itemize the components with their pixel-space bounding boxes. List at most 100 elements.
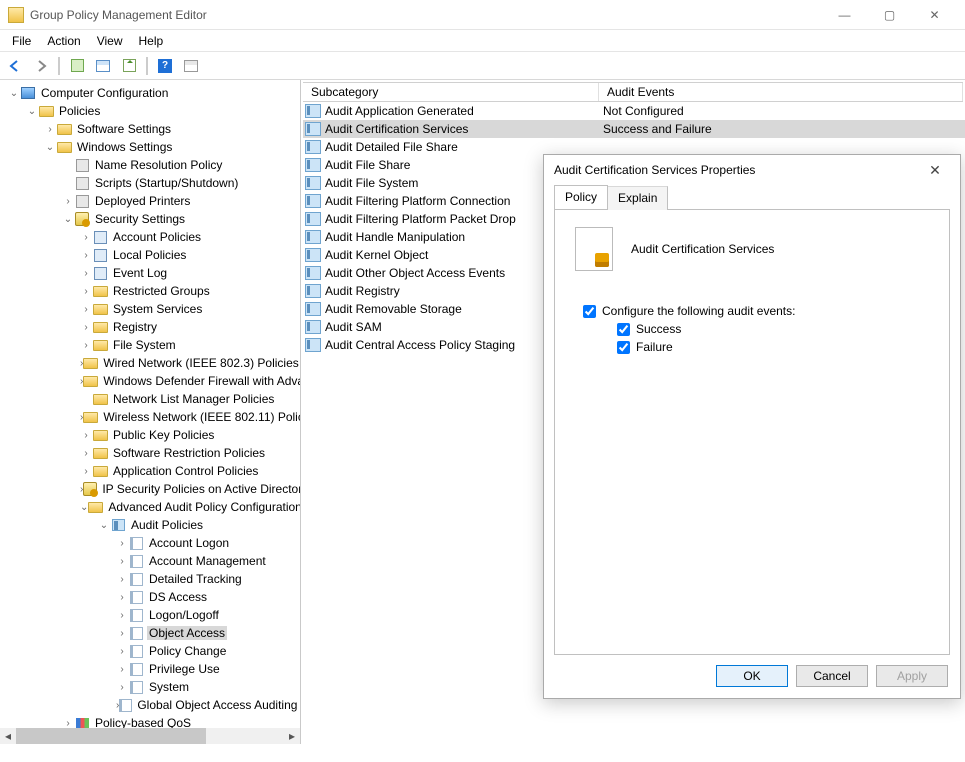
expand-icon[interactable]: › — [80, 448, 92, 459]
scroll-left-icon[interactable]: ◂ — [0, 728, 16, 744]
expand-icon[interactable]: › — [80, 232, 92, 243]
tree-item[interactable]: ›Account Management — [2, 552, 300, 570]
tree-pane[interactable]: ⌄Computer Configuration⌄Policies›Softwar… — [0, 80, 301, 744]
tree-item[interactable]: ›Logon/Logoff — [2, 606, 300, 624]
tree-item[interactable]: ›Deployed Printers — [2, 192, 300, 210]
forward-button[interactable] — [30, 55, 52, 77]
scroll-right-icon[interactable]: ▸ — [284, 728, 300, 744]
expand-icon[interactable]: › — [116, 664, 128, 675]
expand-icon[interactable]: › — [116, 592, 128, 603]
tree-item[interactable]: ›Windows Defender Firewall with Advanced… — [2, 372, 300, 390]
expand-icon[interactable]: › — [116, 682, 128, 693]
list-row[interactable]: Audit Certification ServicesSuccess and … — [303, 120, 965, 138]
success-input[interactable] — [617, 323, 630, 336]
failure-input[interactable] — [617, 341, 630, 354]
expand-icon[interactable]: › — [116, 628, 128, 639]
menu-action[interactable]: Action — [39, 32, 88, 50]
column-headers[interactable]: Subcategory Audit Events — [303, 82, 963, 102]
expand-icon[interactable]: › — [62, 196, 74, 207]
menu-view[interactable]: View — [89, 32, 131, 50]
expand-icon[interactable]: › — [80, 340, 92, 351]
list-row[interactable]: Audit Application GeneratedNot Configure… — [303, 102, 965, 120]
col-audit-events[interactable]: Audit Events — [599, 83, 963, 101]
action-button[interactable] — [66, 55, 88, 77]
tree-item[interactable]: ›Wired Network (IEEE 802.3) Policies — [2, 354, 300, 372]
tree-item[interactable]: ⌄Advanced Audit Policy Configuration — [2, 498, 300, 516]
expand-icon[interactable]: ⌄ — [98, 520, 110, 531]
dialog-close-button[interactable]: ✕ — [920, 162, 950, 179]
back-button[interactable] — [4, 55, 26, 77]
col-subcategory[interactable]: Subcategory — [303, 83, 599, 101]
tree-item[interactable]: ⌄Windows Settings — [2, 138, 300, 156]
tree-item[interactable]: ›Account Policies — [2, 228, 300, 246]
tree-item[interactable]: ›System Services — [2, 300, 300, 318]
expand-icon[interactable]: › — [116, 574, 128, 585]
tree-item[interactable]: ›Wireless Network (IEEE 802.11) Policies — [2, 408, 300, 426]
expand-icon[interactable]: › — [80, 430, 92, 441]
close-button[interactable]: ✕ — [912, 1, 957, 29]
expand-icon[interactable]: › — [80, 268, 92, 279]
tree-item[interactable]: ⌄Audit Policies — [2, 516, 300, 534]
tree-item[interactable]: ›Policy Change — [2, 642, 300, 660]
expand-icon[interactable]: › — [80, 250, 92, 261]
success-checkbox[interactable]: Success — [617, 322, 935, 336]
tab-explain[interactable]: Explain — [608, 186, 668, 210]
tree-item[interactable]: ›File System — [2, 336, 300, 354]
configure-checkbox[interactable]: Configure the following audit events: — [583, 304, 935, 318]
tree-item[interactable]: ⌄Computer Configuration — [2, 84, 300, 102]
tree-item[interactable]: ›Privilege Use — [2, 660, 300, 678]
show-hide-button[interactable] — [92, 55, 114, 77]
tree-item[interactable]: ›Account Logon — [2, 534, 300, 552]
apply-button[interactable]: Apply — [876, 665, 948, 687]
expand-icon[interactable]: › — [80, 322, 92, 333]
expand-icon[interactable]: › — [80, 304, 92, 315]
scroll-thumb[interactable] — [16, 728, 206, 744]
extra-button[interactable] — [180, 55, 202, 77]
tree-item[interactable]: Scripts (Startup/Shutdown) — [2, 174, 300, 192]
tree-item[interactable]: ›Software Settings — [2, 120, 300, 138]
expand-icon[interactable]: ⌄ — [8, 88, 20, 99]
expand-icon[interactable]: › — [80, 286, 92, 297]
tree-item[interactable]: › Event Log — [2, 264, 300, 282]
expand-icon[interactable]: › — [44, 124, 56, 135]
tree-item[interactable]: ›Public Key Policies — [2, 426, 300, 444]
tree-item[interactable]: ›Global Object Access Auditing — [2, 696, 300, 714]
expand-icon[interactable]: › — [62, 718, 74, 729]
tree-item[interactable]: ›Local Policies — [2, 246, 300, 264]
expand-icon[interactable]: › — [116, 556, 128, 567]
tree-item[interactable]: Network List Manager Policies — [2, 390, 300, 408]
expand-icon[interactable]: ⌄ — [44, 142, 56, 153]
failure-checkbox[interactable]: Failure — [617, 340, 935, 354]
expand-icon[interactable]: ⌄ — [26, 106, 38, 117]
expand-icon[interactable]: › — [116, 538, 128, 549]
tree-item[interactable]: ›Detailed Tracking — [2, 570, 300, 588]
cancel-button[interactable]: Cancel — [796, 665, 868, 687]
tree-label: Event Log — [111, 266, 169, 280]
tab-policy[interactable]: Policy — [554, 185, 608, 209]
maximize-button[interactable]: ▢ — [867, 1, 912, 29]
tree-item[interactable]: ›Application Control Policies — [2, 462, 300, 480]
tree-item[interactable]: ›Software Restriction Policies — [2, 444, 300, 462]
tree-item[interactable]: ›Restricted Groups — [2, 282, 300, 300]
configure-input[interactable] — [583, 305, 596, 318]
ok-button[interactable]: OK — [716, 665, 788, 687]
expand-icon[interactable]: › — [116, 646, 128, 657]
tree-item[interactable]: ›Object Access — [2, 624, 300, 642]
expand-icon[interactable]: › — [116, 610, 128, 621]
tree-item[interactable]: Name Resolution Policy — [2, 156, 300, 174]
menu-help[interactable]: Help — [131, 32, 172, 50]
expand-icon[interactable]: ⌄ — [62, 214, 74, 225]
tree-item[interactable]: ›Registry — [2, 318, 300, 336]
expand-icon[interactable]: › — [80, 466, 92, 477]
tree-item[interactable]: ›System — [2, 678, 300, 696]
help-button[interactable]: ? — [154, 55, 176, 77]
tree-item[interactable]: ⌄Policies — [2, 102, 300, 120]
menu-file[interactable]: File — [4, 32, 39, 50]
minimize-button[interactable]: — — [822, 1, 867, 29]
export-button[interactable] — [118, 55, 140, 77]
tree-item[interactable]: ›DS Access — [2, 588, 300, 606]
expand-icon[interactable]: ⌄ — [80, 502, 88, 513]
horizontal-scrollbar[interactable]: ◂ ▸ — [0, 728, 300, 744]
tree-item[interactable]: ›IP Security Policies on Active Director… — [2, 480, 300, 498]
tree-item[interactable]: ⌄Security Settings — [2, 210, 300, 228]
